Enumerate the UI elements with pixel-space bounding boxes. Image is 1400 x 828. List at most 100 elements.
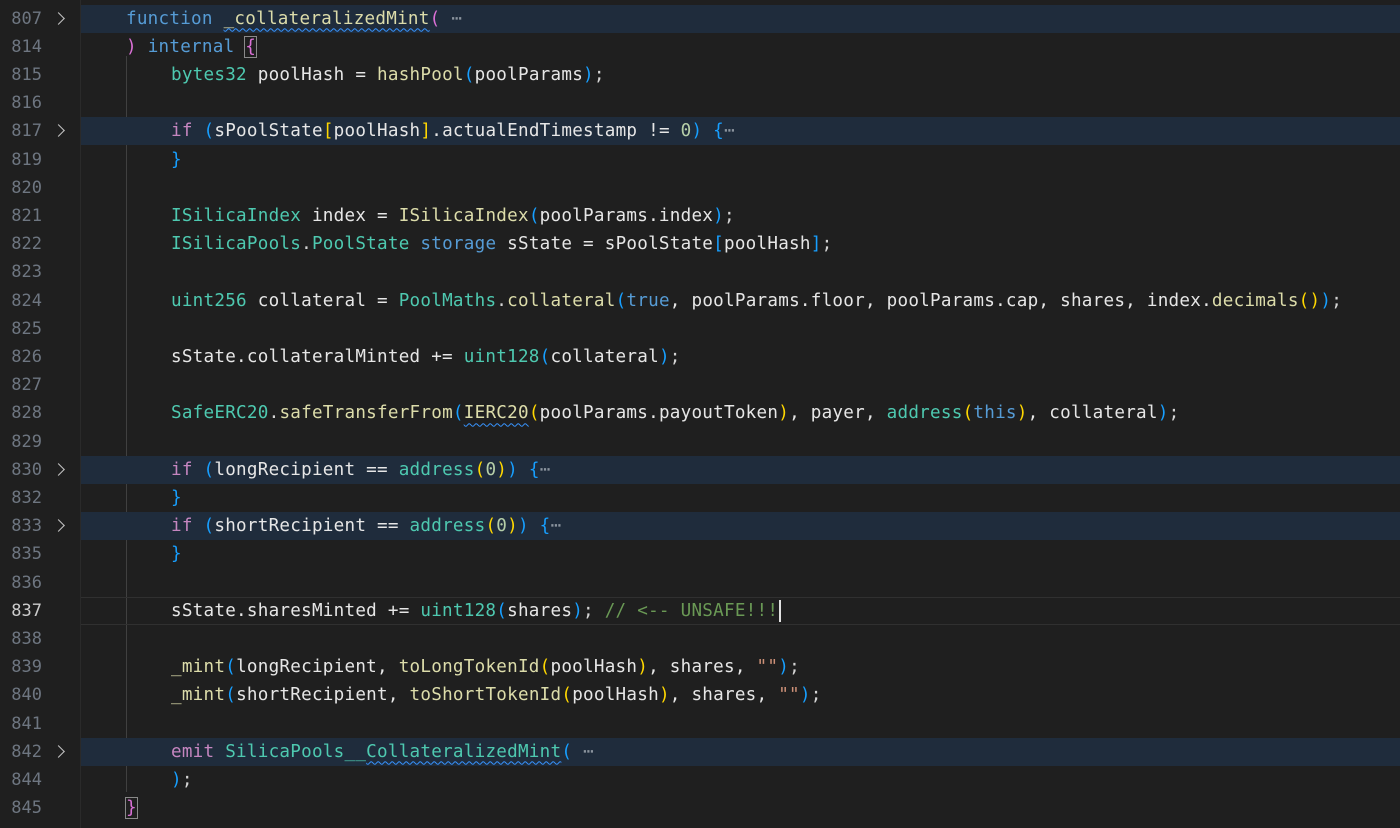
code-token: ( (561, 685, 573, 706)
fold-chevron-right-icon[interactable] (52, 11, 65, 25)
code-line[interactable]: 817 if (sPoolState[poolHash].actualEndTim… (0, 117, 1400, 146)
code-text[interactable]: _mint(longRecipient, toLongTokenId(poolH… (171, 653, 800, 681)
code-text[interactable]: ); (171, 766, 193, 794)
code-line[interactable]: 823 (0, 258, 1400, 286)
code-text[interactable]: function _collateralizedMint( ⋯ (126, 5, 462, 33)
code-text[interactable]: if (longRecipient == address(0)) {⋯ (171, 456, 551, 484)
code-text[interactable]: } (171, 484, 182, 512)
code-token: poolHash = (246, 64, 378, 85)
code-token: storage (409, 234, 497, 255)
code-line[interactable]: 836 (0, 569, 1400, 597)
line-number[interactable]: 827 (0, 371, 42, 399)
line-number[interactable]: 824 (0, 287, 42, 315)
code-text[interactable]: uint256 collateral = PoolMaths.collatera… (171, 287, 1342, 315)
code-token: ( (203, 516, 215, 537)
code-line[interactable]: 830 if (longRecipient == address(0)) {⋯ (0, 455, 1400, 484)
code-text[interactable]: ) internal { (126, 33, 258, 61)
fold-chevron-right-icon[interactable] (52, 462, 65, 476)
line-number[interactable]: 840 (0, 681, 42, 709)
line-number[interactable]: 815 (0, 61, 42, 89)
line-number[interactable]: 822 (0, 230, 42, 258)
code-line[interactable]: 838 (0, 625, 1400, 653)
code-line[interactable]: 832} (0, 484, 1400, 512)
line-number[interactable]: 823 (0, 258, 42, 286)
line-number[interactable]: 825 (0, 315, 42, 343)
line-number[interactable]: 828 (0, 399, 42, 427)
line-number[interactable]: 836 (0, 569, 42, 597)
code-text[interactable]: if (sPoolState[poolHash].actualEndTimest… (171, 117, 735, 145)
code-text[interactable]: sState.sharesMinted += uint128(shares); … (171, 597, 782, 625)
code-text[interactable]: } (171, 146, 182, 174)
code-line[interactable]: 829 (0, 428, 1400, 456)
line-number[interactable]: 817 (0, 117, 42, 145)
code-token: SafeERC20 (171, 403, 269, 424)
code-line[interactable]: 827 (0, 371, 1400, 399)
code-line[interactable]: 807 function _collateralizedMint( ⋯ (0, 4, 1400, 33)
code-text[interactable]: _mint(shortRecipient, toShortTokenId(poo… (171, 681, 822, 709)
line-number[interactable]: 844 (0, 766, 42, 794)
code-line[interactable]: 833 if (shortRecipient == address(0)) {⋯ (0, 512, 1400, 541)
code-editor[interactable]: 807 function _collateralizedMint( ⋯ 814 ) i… (0, 0, 1400, 828)
line-number[interactable]: 845 (0, 794, 42, 822)
line-number[interactable]: 838 (0, 625, 42, 653)
folded-ellipsis[interactable]: ⋯ (540, 460, 551, 480)
code-line[interactable]: 821 ISilicaIndex index = ISilicaIndex(poo… (0, 202, 1400, 230)
line-number[interactable]: 832 (0, 484, 42, 512)
code-token: [ (713, 234, 724, 255)
code-line[interactable]: 837 sState.sharesMinted += uint128(shares… (0, 596, 1400, 625)
code-token: ( (962, 403, 974, 424)
code-line[interactable]: 824 uint256 collateral = PoolMaths.collat… (0, 287, 1400, 315)
folded-ellipsis[interactable]: ⋯ (440, 9, 462, 29)
folded-ellipsis[interactable]: ⋯ (572, 742, 594, 762)
code-line[interactable]: 820 (0, 174, 1400, 202)
code-line[interactable]: 840 _mint(shortRecipient, toShortTokenId(… (0, 681, 1400, 709)
code-line[interactable]: 828 SafeERC20.safeTransferFrom(IERC20(poo… (0, 399, 1400, 427)
line-number[interactable]: 829 (0, 428, 42, 456)
code-line[interactable]: 835} (0, 540, 1400, 568)
line-number[interactable]: 820 (0, 174, 42, 202)
line-number[interactable]: 837 (0, 597, 42, 625)
code-line[interactable]: 825 (0, 315, 1400, 343)
code-line[interactable]: 845} (0, 794, 1400, 822)
code-token: "" (756, 657, 779, 678)
code-line[interactable]: 815 bytes32 poolHash = hashPool(poolParam… (0, 61, 1400, 89)
line-number[interactable]: 821 (0, 202, 42, 230)
code-text[interactable]: sState.collateralMinted += uint128(colla… (171, 343, 681, 371)
code-line[interactable]: 842 emit SilicaPools__CollateralizedMint(… (0, 737, 1400, 766)
code-line[interactable]: 844); (0, 766, 1400, 794)
folded-ellipsis[interactable]: ⋯ (551, 516, 562, 536)
code-text[interactable]: ISilicaPools.PoolState storage sState = … (171, 230, 832, 258)
code-text[interactable]: ISilicaIndex index = ISilicaIndex(poolPa… (171, 202, 735, 230)
line-number[interactable]: 842 (0, 738, 42, 766)
code-line[interactable]: 819} (0, 146, 1400, 174)
fold-chevron-right-icon[interactable] (52, 744, 65, 758)
code-text[interactable]: } (171, 540, 182, 568)
code-line[interactable]: 822 ISilicaPools.PoolState storage sState… (0, 230, 1400, 258)
line-number[interactable]: 841 (0, 710, 42, 738)
code-line[interactable]: 826 sState.collateralMinted += uint128(co… (0, 343, 1400, 371)
line-number[interactable]: 814 (0, 33, 42, 61)
line-number[interactable]: 839 (0, 653, 42, 681)
code-text[interactable]: if (shortRecipient == address(0)) {⋯ (171, 512, 561, 540)
code-line[interactable]: 841 (0, 710, 1400, 738)
code-token: _mint (171, 657, 226, 678)
code-line[interactable]: 814 ) internal { (0, 33, 1400, 61)
fold-chevron-right-icon[interactable] (52, 519, 65, 532)
line-number[interactable]: 833 (0, 512, 42, 540)
folded-ellipsis[interactable]: ⋯ (724, 121, 735, 141)
code-text[interactable]: emit SilicaPools__CollateralizedMint( ⋯ (171, 738, 594, 766)
code-line[interactable]: 839 _mint(longRecipient, toLongTokenId(po… (0, 653, 1400, 681)
line-number[interactable]: 835 (0, 540, 42, 568)
fold-chevron-right-icon[interactable] (52, 124, 65, 138)
line-number[interactable]: 807 (0, 5, 42, 33)
code-text[interactable]: SafeERC20.safeTransferFrom(IERC20(poolPa… (171, 399, 1179, 427)
code-token: ; (583, 600, 605, 621)
code-text[interactable]: } (125, 794, 138, 822)
line-number[interactable]: 819 (0, 146, 42, 174)
line-number[interactable]: 826 (0, 343, 42, 371)
code-text[interactable]: bytes32 poolHash = hashPool(poolParams); (171, 61, 605, 89)
line-number[interactable]: 816 (0, 89, 42, 117)
line-number[interactable]: 830 (0, 456, 42, 484)
code-line[interactable]: 816 (0, 89, 1400, 117)
code-token: IERC20 (463, 403, 529, 424)
